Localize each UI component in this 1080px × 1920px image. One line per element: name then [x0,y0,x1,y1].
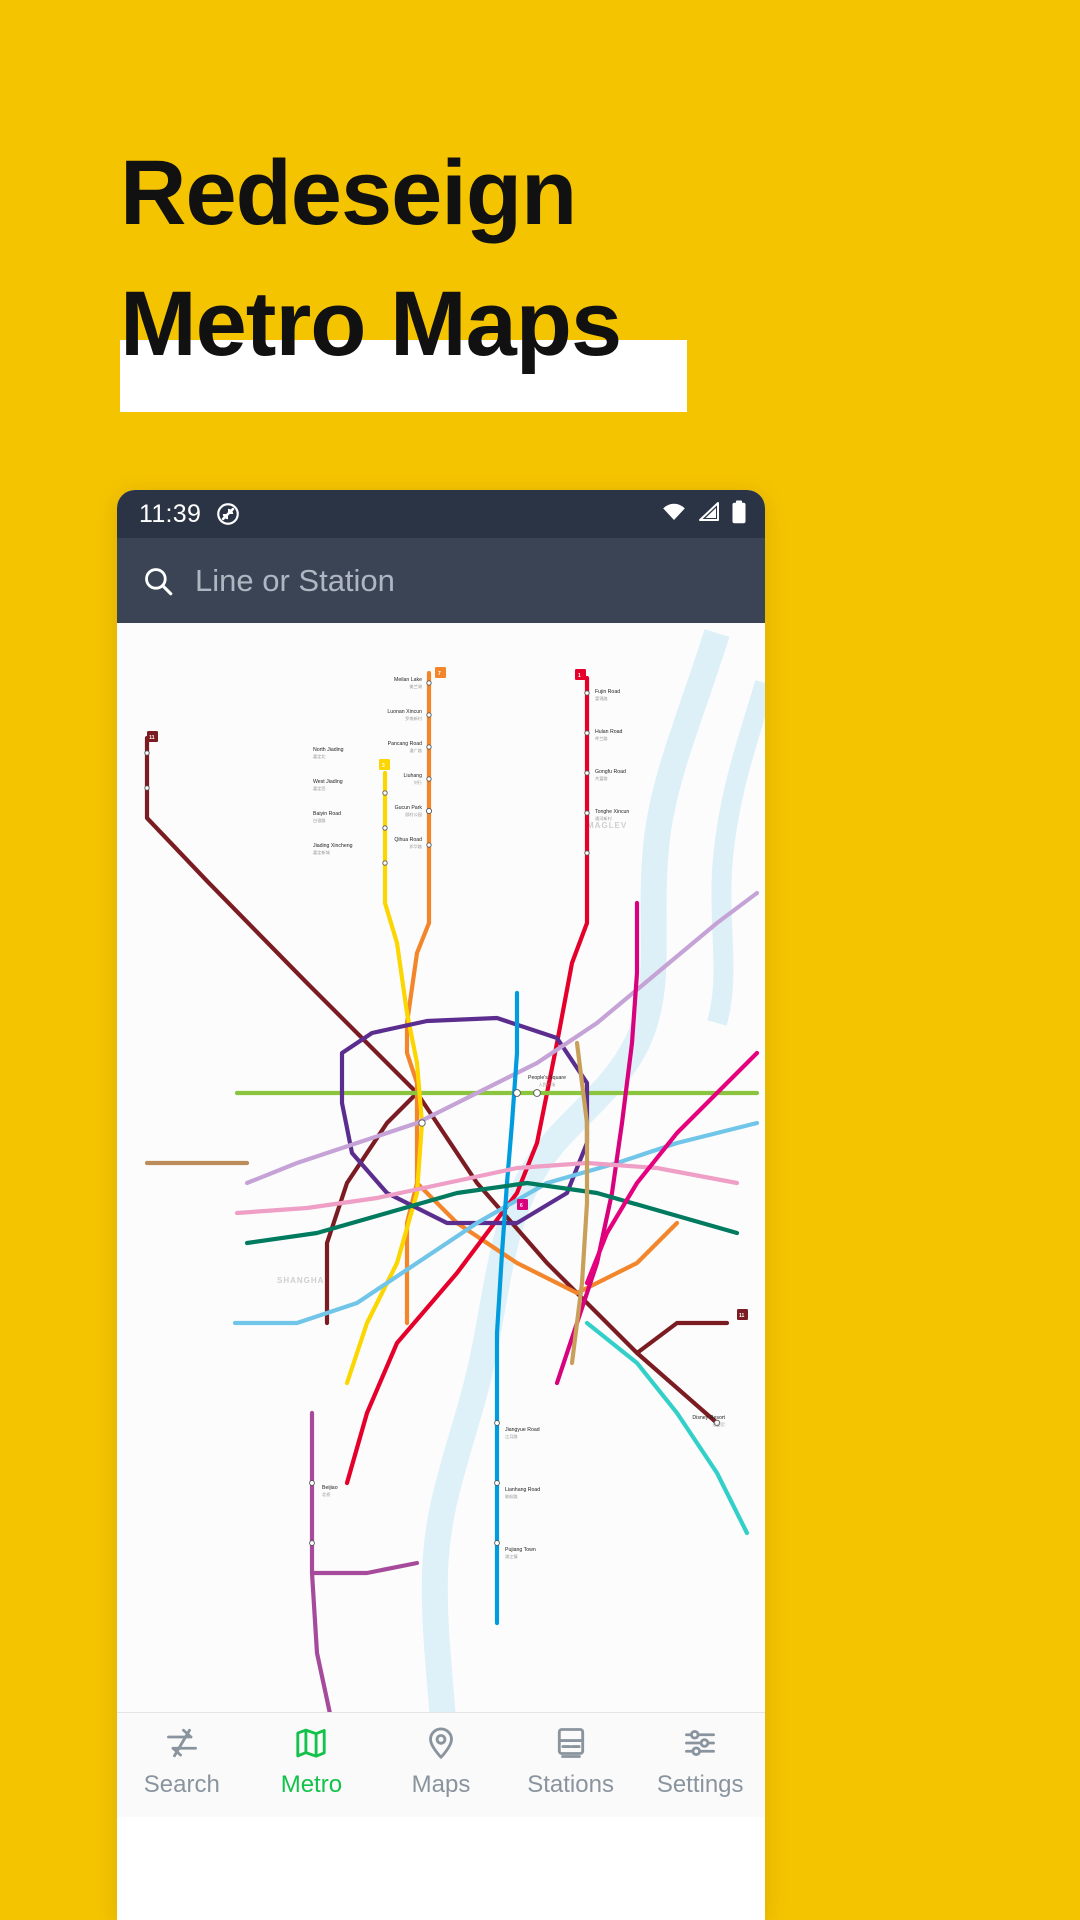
metro-map-canvas[interactable]: .ln { fill:none; stroke-linecap:round; s… [117,623,765,1817]
svg-text:1: 1 [578,673,581,679]
svg-text:美兰湖: 美兰湖 [409,683,422,690]
svg-text:Jiangyue Road: Jiangyue Road [505,1427,540,1433]
nav-label-settings: Settings [656,1771,744,1798]
svg-text:Tonghe Xincun: Tonghe Xincun [595,809,629,815]
headline-line-1: Redeseign [120,142,577,244]
svg-text:罗南新村: 罗南新村 [405,715,423,722]
page-title: Redeseign Metro Maps [120,128,740,389]
svg-text:Gucun Park: Gucun Park [395,805,423,811]
status-bar-icons [661,500,747,529]
search-input[interactable]: Line or Station [195,563,395,599]
nav-label-search: Search [143,1771,220,1798]
svg-text:Qihua Road: Qihua Road [394,837,422,843]
svg-text:MAGLEV: MAGLEV [587,821,627,830]
bottom-navigation[interactable]: Search Metro Maps Stations Settings [117,1712,765,1817]
metro-map-svg[interactable]: .ln { fill:none; stroke-linecap:round; s… [117,623,765,1817]
nav-item-settings[interactable]: Settings [635,1723,765,1799]
svg-text:Hulan Road: Hulan Road [595,729,623,735]
cellular-signal-icon [697,501,721,527]
svg-text:Lianhang Road: Lianhang Road [505,1487,540,1493]
svg-text:通河新村: 通河新村 [595,815,613,822]
svg-text:3: 3 [382,763,385,769]
svg-text:Disney Resort: Disney Resort [692,1415,725,1421]
train-front-icon [553,1723,589,1763]
battery-icon [731,500,747,529]
svg-text:SHANGHAI: SHANGHAI [277,1276,328,1285]
svg-text:Fujin Road: Fujin Road [595,689,620,695]
headline-line-2: Metro Maps [120,272,622,375]
search-bar[interactable]: Line or Station [117,538,765,623]
svg-text:嘉定新城: 嘉定新城 [313,849,331,856]
svg-text:11: 11 [739,1313,745,1319]
phone-mockup: 11:39 Line or Station SHANGHAI MAGLEV 7 … [117,490,765,1920]
svg-text:Luonan Xincun: Luonan Xincun [387,709,422,715]
svg-text:白银路: 白银路 [313,817,326,824]
svg-text:7: 7 [438,671,441,677]
svg-text:嘉定北: 嘉定北 [313,753,326,760]
status-bar: 11:39 [117,490,765,538]
svg-text:West Jiading: West Jiading [313,779,343,785]
svg-text:6: 6 [520,1203,523,1209]
svg-text:刘行: 刘行 [414,779,422,786]
nav-item-stations[interactable]: Stations [506,1723,636,1799]
sliders-icon [682,1723,718,1763]
nav-item-maps[interactable]: Maps [376,1723,506,1799]
location-pin-icon [423,1723,459,1763]
svg-text:Baiyin Road: Baiyin Road [313,811,341,817]
svg-text:Pujiang Town: Pujiang Town [505,1547,536,1553]
wifi-icon [661,502,687,527]
nav-item-search[interactable]: Search [117,1723,247,1799]
svg-text:嘉定西: 嘉定西 [313,785,326,792]
svg-text:浦江镇: 浦江镇 [505,1553,518,1560]
svg-text:迪士尼: 迪士尼 [712,1421,725,1428]
svg-text:富锦路: 富锦路 [595,695,608,702]
svg-text:呼兰路: 呼兰路 [595,735,608,742]
nav-label-stations: Stations [527,1771,614,1798]
nav-label-maps: Maps [411,1771,471,1798]
svg-text:Liuhang: Liuhang [404,773,423,779]
search-icon [141,564,175,598]
svg-text:江月路: 江月路 [505,1433,518,1440]
svg-text:Jiading Xincheng: Jiading Xincheng [313,843,353,849]
svg-text:顾村公园: 顾村公园 [405,811,422,818]
status-bar-clock: 11:39 [139,499,202,528]
svg-text:祁华路: 祁华路 [409,843,422,850]
svg-text:North Jiading: North Jiading [313,747,344,753]
svg-text:人民广场: 人民广场 [539,1081,556,1088]
nav-label-metro: Metro [280,1771,343,1798]
svg-text:11: 11 [149,735,155,741]
nav-item-metro[interactable]: Metro [247,1723,377,1799]
svg-text:潘广路: 潘广路 [409,747,422,754]
svg-text:Meilan Lake: Meilan Lake [394,677,422,683]
dnd-icon [215,501,241,527]
svg-text:Gongfu Road: Gongfu Road [595,769,626,775]
transfer-arrows-icon [164,1723,200,1763]
svg-text:People's Square: People's Square [528,1075,566,1081]
svg-text:联航路: 联航路 [505,1493,518,1500]
svg-text:Beijiao: Beijiao [322,1485,338,1491]
folded-map-icon [293,1723,329,1763]
svg-text:Pancang Road: Pancang Road [388,741,422,747]
svg-text:北桥: 北桥 [322,1491,331,1498]
svg-text:共富路: 共富路 [595,775,608,782]
